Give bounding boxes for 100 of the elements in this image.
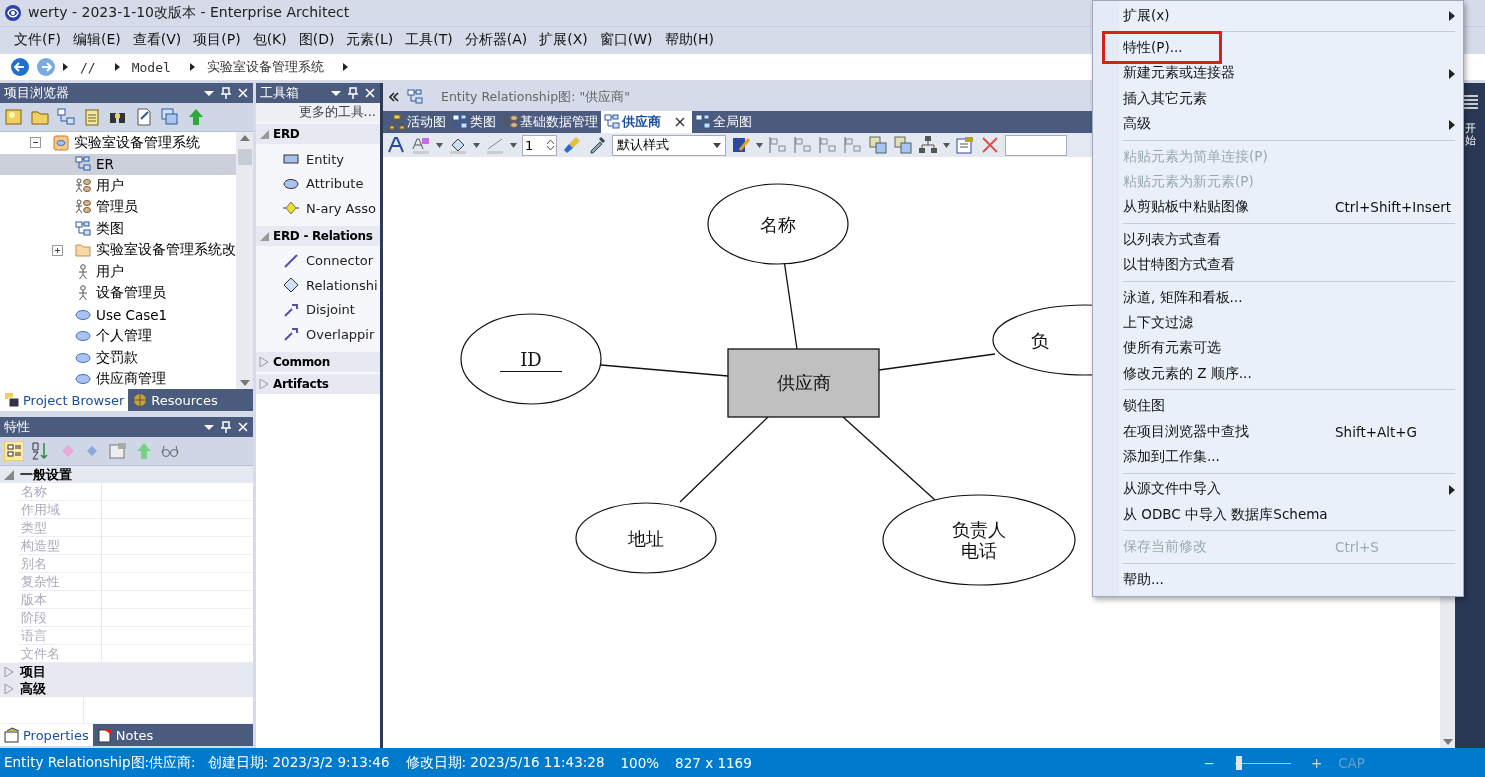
toolbox-group[interactable]: ERD <box>273 127 300 141</box>
caret-icon[interactable] <box>473 142 480 148</box>
tree-item[interactable]: 用户 <box>95 176 125 195</box>
menu-item[interactable]: 从剪贴板中粘贴图像 Ctrl+Shift+Insert <box>1093 194 1463 221</box>
expand-arrow-icon[interactable] <box>259 378 269 389</box>
collapse-icon[interactable] <box>30 137 41 149</box>
tree-item[interactable]: 交罚款 <box>95 348 139 367</box>
menu-item[interactable]: 图(D) <box>292 28 341 52</box>
forward-icon[interactable] <box>36 57 56 77</box>
scroll-down-icon[interactable] <box>1442 739 1453 745</box>
tree-item[interactable]: Use Case1 <box>95 306 169 323</box>
menu-item[interactable]: 以列表方式查看 <box>1093 227 1463 253</box>
menu-item[interactable]: 以甘特图方式查看 <box>1093 252 1463 278</box>
tree-item[interactable]: 管理员 <box>95 198 139 217</box>
toolbox-item[interactable]: Overlappir <box>306 326 375 342</box>
menu-item[interactable]: 在项目浏览器中查找 Shift+Alt+G <box>1093 418 1463 445</box>
sort-icon[interactable] <box>30 441 50 461</box>
property-group[interactable]: 项目 <box>20 662 46 681</box>
menu-item[interactable]: 从 ODBC 中导入 数据库Schema <box>1093 502 1463 528</box>
diagram-tab[interactable]: 基础数据管理 <box>499 111 601 133</box>
tree-item[interactable]: 供应商管理 <box>95 370 167 389</box>
pin-icon[interactable] <box>220 87 232 99</box>
menu-item[interactable]: 项目(P) <box>187 28 247 52</box>
dropdown-icon[interactable] <box>713 142 721 148</box>
pin-icon[interactable] <box>347 87 359 99</box>
expand-arrow-icon[interactable] <box>4 683 14 694</box>
search-field[interactable] <box>1005 134 1067 156</box>
toolbox-item[interactable]: Disjoint <box>306 302 355 318</box>
panel-tab[interactable]: Project Browser <box>0 389 129 411</box>
diagram-tab[interactable]: 活动图 <box>386 111 449 133</box>
menu-item[interactable]: 修改元素的 Z 顺序... <box>1093 361 1463 387</box>
breadcrumb-item[interactable]: Model <box>131 59 171 75</box>
caret-icon[interactable] <box>62 62 70 72</box>
panel-tab[interactable]: Resources <box>128 389 222 411</box>
scroll-up-icon[interactable] <box>239 135 250 141</box>
menu-item[interactable]: 高级 <box>1093 111 1463 137</box>
document-icon[interactable] <box>134 107 154 127</box>
menu-item[interactable]: 锁住图 <box>1093 393 1463 419</box>
menu-item[interactable]: 特性(P)... <box>1093 35 1463 61</box>
style-dropdown[interactable]: 默认样式 <box>612 134 726 156</box>
caret-icon[interactable] <box>113 62 122 72</box>
back-icon[interactable] <box>10 57 30 77</box>
more-tools-link[interactable]: 更多的工具... <box>256 103 380 122</box>
menu-item[interactable]: 包(K) <box>246 28 293 52</box>
brush-icon[interactable] <box>562 135 582 155</box>
menu-item[interactable]: 从源文件中导入 <box>1093 476 1463 503</box>
toolbox-item[interactable]: N-ary Asso <box>306 200 376 216</box>
eyedropper-icon[interactable] <box>587 135 607 155</box>
line-width-field[interactable]: 1 <box>522 134 557 156</box>
properties-icon[interactable] <box>955 135 975 155</box>
breadcrumb-item[interactable]: 实验室设备管理系统 <box>206 58 324 76</box>
caret-icon[interactable] <box>510 142 517 148</box>
caret-icon[interactable] <box>188 62 197 72</box>
scrollbar-thumb[interactable] <box>237 149 252 165</box>
expand-icon[interactable] <box>52 244 63 256</box>
menu-icon[interactable] <box>1462 95 1478 109</box>
categorized-icon[interactable] <box>4 441 24 461</box>
font-icon[interactable] <box>386 135 406 155</box>
menu-item[interactable]: 窗口(W) <box>593 28 659 52</box>
collapse-arrow-icon[interactable] <box>4 469 14 480</box>
pin-icon[interactable] <box>220 421 232 433</box>
windows-icon[interactable] <box>160 107 180 127</box>
menu-item[interactable]: 查看(V) <box>126 28 188 52</box>
scrollbar[interactable] <box>236 132 253 389</box>
menu-item[interactable]: 新建元素或连接器 <box>1093 60 1463 87</box>
send-backward-icon[interactable] <box>893 135 913 155</box>
diagram-tab[interactable]: 供应商 <box>601 111 692 133</box>
property-group[interactable]: 高级 <box>20 679 46 698</box>
caret-icon[interactable] <box>943 142 950 148</box>
menu-item[interactable]: 工具(T) <box>399 28 459 52</box>
menu-item[interactable]: 元素(L) <box>340 28 400 52</box>
diagram-tab[interactable]: 全局图 <box>692 111 755 133</box>
caret-icon[interactable] <box>756 142 763 148</box>
save-style-icon[interactable] <box>731 135 751 155</box>
tree-item[interactable]: 个人管理 <box>95 327 153 346</box>
tree-item[interactable]: 用户 <box>95 262 125 281</box>
delete-icon[interactable] <box>980 135 1000 155</box>
toolbox-item[interactable]: Relationshi <box>306 277 378 293</box>
panel-tab[interactable]: Notes <box>92 724 158 746</box>
layout-icon[interactable] <box>918 135 938 155</box>
menu-item[interactable]: 上下文过滤 <box>1093 310 1463 336</box>
menu-item[interactable]: 添加到工作集... <box>1093 444 1463 470</box>
menu-item[interactable]: 扩展(x) <box>1093 3 1463 29</box>
tree-item[interactable]: 类图 <box>95 219 125 238</box>
menu-item[interactable]: 帮助... <box>1093 566 1463 593</box>
toolbox-item[interactable]: Connector <box>306 253 374 269</box>
tree-item[interactable]: ER <box>95 156 115 173</box>
element-icon[interactable] <box>82 107 102 127</box>
toolbox-item[interactable]: Attribute <box>306 176 364 192</box>
tree-item[interactable]: 实验室设备管理系统改 <box>95 241 236 260</box>
spinner-icon[interactable] <box>547 139 554 151</box>
toolbox-item[interactable]: Entity <box>306 151 344 167</box>
tree-item[interactable]: 实验室设备管理系统 <box>73 133 201 152</box>
caret-icon[interactable] <box>436 142 443 148</box>
diagram-tab[interactable]: 类图 <box>449 111 499 133</box>
menu-item[interactable]: 使所有元素可选 <box>1093 335 1463 362</box>
menu-item[interactable]: 插入其它元素 <box>1093 86 1463 112</box>
new-package-icon[interactable] <box>4 107 24 127</box>
expand-arrow-icon[interactable] <box>4 666 14 677</box>
zoom-slider[interactable] <box>1234 755 1291 770</box>
